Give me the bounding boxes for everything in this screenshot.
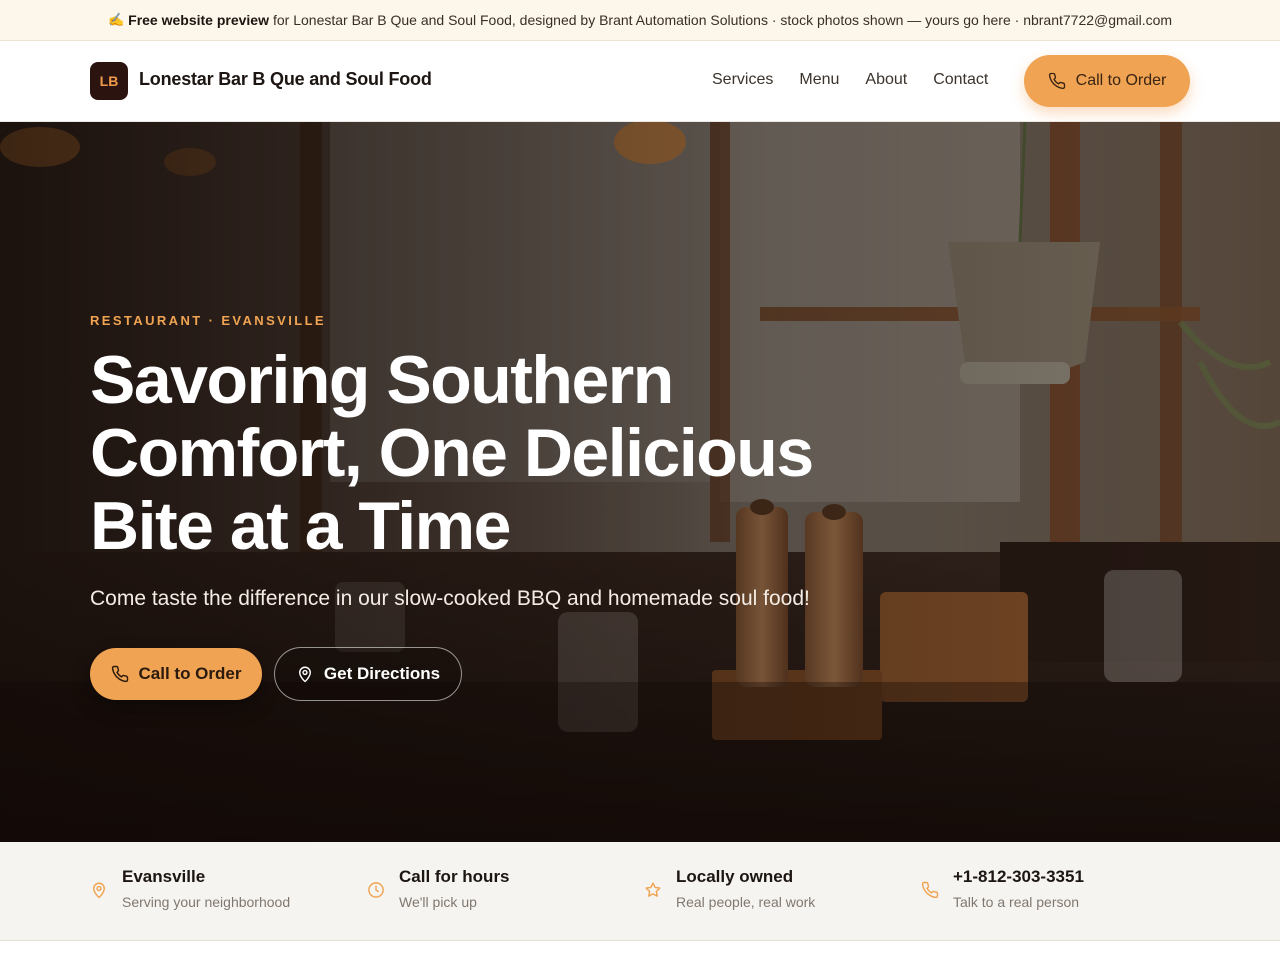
star-icon — [645, 882, 661, 897]
phone-number-link[interactable]: +1-812-303-3351 — [953, 867, 1084, 887]
nav-contact[interactable]: Contact — [933, 71, 988, 89]
logo-initials: LB — [99, 73, 119, 89]
hero-subhead: Come taste the difference in our slow-co… — [90, 587, 810, 610]
get-directions-label: Get Directions — [323, 664, 441, 683]
info-title: Call for hours — [399, 867, 510, 886]
header-call-button[interactable]: Call to Order — [1024, 55, 1190, 107]
get-directions-button[interactable]: Get Directions — [274, 647, 462, 701]
call-to-order-button[interactable]: Call to Order — [90, 648, 262, 700]
banner-bold-text: Free website preview — [128, 12, 269, 28]
preview-banner: ✍️ Free website preview for Lonestar Bar… — [0, 0, 1280, 41]
hero-eyebrow: RESTAURANT · EVANSVILLE — [90, 313, 327, 328]
info-title: Evansville — [122, 867, 206, 886]
hero-section: RESTAURANT · EVANSVILLE Savoring Souther… — [0, 122, 1280, 842]
info-subtitle: Serving your neighborhood — [122, 894, 291, 910]
phone-icon — [921, 881, 939, 899]
nav-about[interactable]: About — [865, 71, 907, 89]
nav-menu[interactable]: Menu — [799, 71, 839, 89]
map-pin-icon — [298, 666, 311, 683]
hero-headline: Savoring Southern Comfort, One Delicious… — [90, 342, 814, 564]
banner-text: for Lonestar Bar B Que and Soul Food, de… — [272, 12, 1173, 28]
clock-icon — [368, 882, 384, 898]
header-call-label: Call to Order — [1075, 72, 1167, 89]
nav-services[interactable]: Services — [712, 71, 773, 89]
info-subtitle: Real people, real work — [676, 894, 816, 910]
phone-icon — [1048, 72, 1065, 90]
info-subtitle: We'll pick up — [399, 894, 477, 910]
site-header: LB Lonestar Bar B Que and Soul Food Serv… — [0, 41, 1280, 122]
brand-name[interactable]: Lonestar Bar B Que and Soul Food — [139, 69, 432, 90]
map-pin-icon — [93, 882, 105, 899]
info-title: Locally owned — [676, 867, 794, 886]
main-nav: Services Menu About Contact — [712, 71, 988, 89]
info-subtitle: Talk to a real person — [953, 894, 1080, 910]
logo-badge[interactable]: LB — [90, 62, 128, 100]
phone-icon — [111, 665, 128, 683]
info-strip: Evansville Serving your neighborhood Cal… — [0, 842, 1280, 941]
call-to-order-label: Call to Order — [138, 664, 242, 683]
writing-hand-icon: ✍️ — [107, 12, 125, 27]
